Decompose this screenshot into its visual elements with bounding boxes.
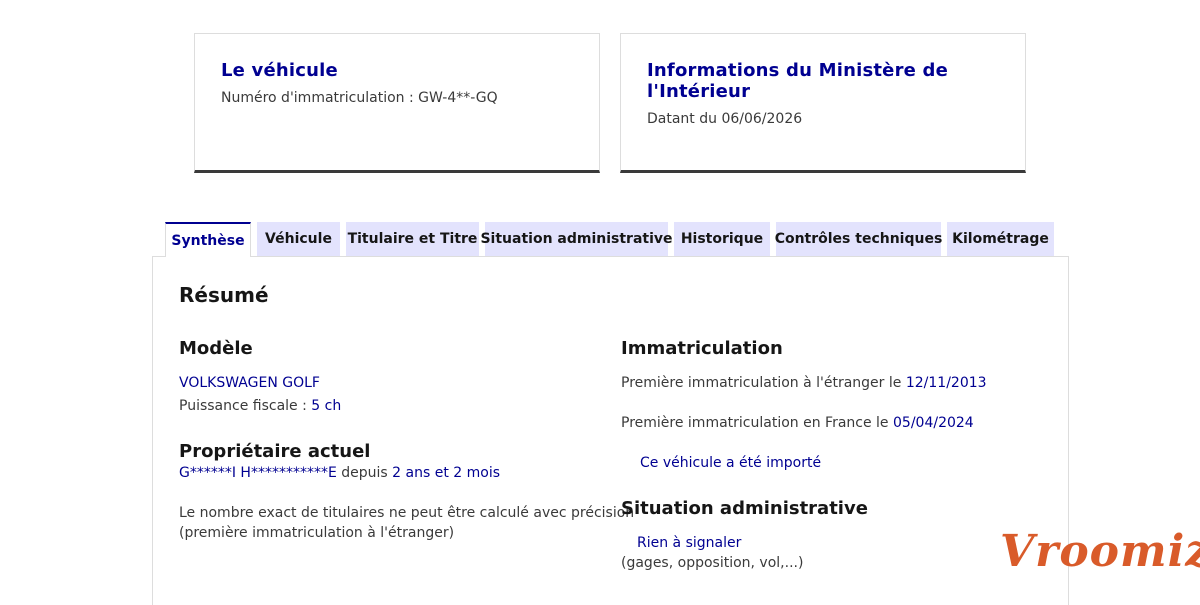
date-label: Datant du: [647, 111, 717, 127]
ministry-card-title: Informations du Ministère de l'Intérieur: [647, 60, 949, 102]
admin-heading: Situation administrative: [621, 498, 868, 519]
tab-titulaire-et-titre[interactable]: Titulaire et Titre: [346, 222, 479, 256]
ministry-card: Informations du Ministère de l'Intérieur…: [620, 33, 1026, 173]
plate-value: GW-4**-GQ: [418, 90, 498, 106]
foreign-registration-label: Première immatriculation à l'étranger le: [621, 375, 902, 391]
admin-status-link[interactable]: Rien à signaler: [637, 535, 741, 551]
fiscal-power: Puissance fiscale : 5 ch: [179, 398, 341, 414]
owner-since-label: depuis: [341, 465, 388, 481]
imported-link[interactable]: Ce véhicule a été importé: [640, 455, 821, 471]
plate-label: Numéro d'immatriculation :: [221, 90, 414, 106]
model-heading: Modèle: [179, 338, 253, 359]
tab-historique[interactable]: Historique: [674, 222, 770, 256]
france-registration-date: 05/04/2024: [893, 415, 974, 431]
tab-controles-techniques[interactable]: Contrôles techniques: [775, 222, 942, 256]
date-value: 06/06/2026: [721, 111, 803, 127]
vehicle-card-title: Le véhicule: [221, 60, 338, 81]
france-registration: Première immatriculation en France le 05…: [621, 415, 974, 431]
vehicle-card: Le véhicule Numéro d'immatriculation : G…: [194, 33, 600, 173]
owner-note-line2: (première immatriculation à l'étranger): [179, 525, 455, 541]
tab-vehicule[interactable]: Véhicule: [257, 222, 340, 256]
france-registration-label: Première immatriculation en France le: [621, 415, 889, 431]
admin-details: (gages, opposition, vol,...): [621, 555, 804, 571]
registration-heading: Immatriculation: [621, 338, 783, 359]
data-date: Datant du 06/06/2026: [647, 111, 999, 127]
owner-since-value: 2 ans et 2 mois: [392, 465, 501, 481]
model-name: VOLKSWAGEN GOLF: [179, 375, 320, 391]
tab-situation-administrative[interactable]: Situation administrative: [480, 222, 673, 256]
tab-kilometrage[interactable]: Kilométrage: [947, 222, 1054, 256]
foreign-registration: Première immatriculation à l'étranger le…: [621, 375, 987, 391]
synthese-panel: Résumé Modèle VOLKSWAGEN GOLF Puissance …: [152, 256, 1069, 605]
owner-heading: Propriétaire actuel: [179, 441, 371, 462]
foreign-registration-date: 12/11/2013: [905, 375, 987, 391]
vroomiz-logo: Vroomiz: [1000, 526, 1200, 577]
plate-number: Numéro d'immatriculation : GW-4**-GQ: [221, 90, 573, 106]
tab-synthese[interactable]: Synthèse: [165, 222, 251, 257]
summary-title: Résumé: [179, 283, 269, 307]
owner-name: G******I H***********E: [179, 465, 337, 481]
fiscal-power-label: Puissance fiscale :: [179, 398, 307, 414]
fiscal-power-value: 5 ch: [311, 398, 342, 414]
owner-note-line1: Le nombre exact de titulaires ne peut êt…: [179, 505, 635, 521]
owner-info: G******I H***********E depuis 2 ans et 2…: [179, 465, 500, 481]
